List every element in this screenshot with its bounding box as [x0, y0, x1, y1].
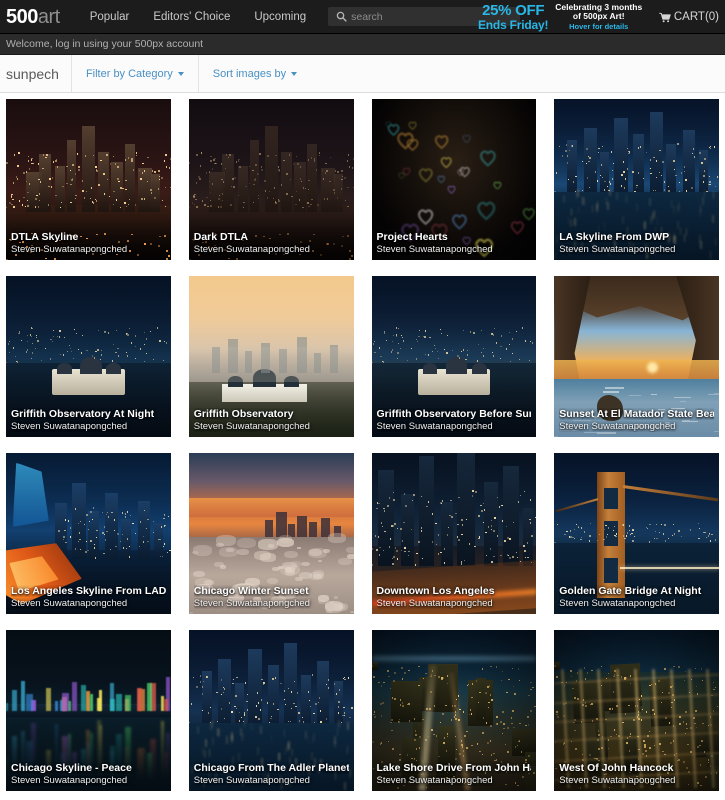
nav-popular[interactable]: Popular [78, 0, 142, 34]
nav-editors-choice[interactable]: Editors' Choice [141, 0, 242, 34]
photo-image [371, 276, 537, 437]
filter-by-category-dropdown[interactable]: Filter by Category [70, 55, 198, 92]
photo-grid: DTLA Skyline Steven Suwatanapongched Dark … [0, 93, 725, 791]
photo-tile[interactable]: Chicago From The Adler Planeta... Steven … [188, 630, 354, 791]
promo-discount-block: 25% OFF Ends Friday! [478, 3, 548, 31]
promo-discount-text: 25% OFF [482, 2, 545, 20]
photo-image [371, 99, 537, 260]
photo-tile[interactable]: Griffith Observatory Steven Suwatanapongc… [188, 276, 354, 437]
photo-image [6, 99, 171, 260]
photo-tile[interactable]: Los Angeles Skyline From LADWPSteven Suw… [6, 453, 171, 614]
photo-image [554, 99, 719, 260]
promo-hover-for-details[interactable]: Hover for details [555, 22, 642, 31]
promo-details-block: Celebrating 3 months of 500px Art! Hover… [555, 2, 642, 31]
photo-tile[interactable]: Project Hearts Steven Suwatanapongched [371, 99, 537, 260]
welcome-message[interactable]: Welcome, log in using your 500px account [6, 38, 203, 50]
logo-secondary-text: art [37, 5, 60, 28]
photo-tile[interactable]: Chicago Winter Sunset Steven Suwatanapong… [188, 453, 354, 614]
photo-image [554, 453, 719, 614]
promo-banner[interactable]: 25% OFF Ends Friday! Celebrating 3 month… [478, 0, 642, 34]
photo-tile[interactable]: Griffith Observatory Before Sunri...Stev… [371, 276, 537, 437]
logo-primary-text: 500 [6, 5, 38, 28]
promo-ends-text: Ends Friday! [478, 17, 549, 32]
photo-tile[interactable]: Golden Gate Bridge At Night Steven Suwata… [554, 453, 719, 614]
cart-label: CART(0) [673, 11, 719, 23]
sort-images-by-label: Sort images by [212, 67, 287, 80]
photo-image [188, 276, 354, 437]
photo-image [554, 630, 719, 791]
photo-image [6, 453, 171, 614]
logo-500px-art[interactable]: 500 art [6, 7, 60, 27]
sort-images-by-dropdown[interactable]: Sort images by [197, 55, 311, 92]
photo-image [554, 276, 719, 437]
cart-icon [659, 12, 671, 23]
photo-image [371, 453, 537, 614]
photo-tile[interactable]: Sunset At El Matador State Beach Steven S… [554, 276, 719, 437]
photo-tile[interactable]: Chicago Skyline - Peace Steven Suwatanapo… [6, 630, 171, 791]
photo-tile[interactable]: Lake Shore Drive From John Ha... Steven S… [371, 630, 537, 791]
photo-image [188, 630, 354, 791]
photo-tile[interactable]: West Of John Hancock Steven Suwatanapongc… [554, 630, 719, 791]
filter-bar: sunpech Filter by Category Sort images b… [0, 55, 725, 93]
chevron-down-icon [177, 71, 184, 76]
cart-button[interactable]: CART(0) [659, 0, 719, 34]
photo-tile[interactable]: Griffith Observatory At Night Steven Suwa… [6, 276, 171, 437]
top-navigation-bar: 500 art Popular Editors' Choice Upcoming … [0, 0, 725, 34]
search-icon [334, 11, 348, 22]
photo-tile[interactable]: DTLA Skyline Steven Suwatanapongched [6, 99, 171, 260]
photo-tile[interactable]: LA Skyline From DWP Steven Suwatanapongch… [554, 99, 719, 260]
photo-image [6, 276, 171, 437]
photo-tile[interactable]: Downtown Los Angeles Steven Suwatanapongc… [371, 453, 537, 614]
promo-celebrating-line2: of 500px Art! [572, 11, 625, 22]
photo-image [371, 630, 537, 791]
photo-tile[interactable]: Dark DTLA Steven Suwatanapongched [188, 99, 354, 260]
chevron-down-icon [291, 71, 298, 76]
welcome-bar: Welcome, log in using your 500px account [0, 34, 725, 55]
photo-image [6, 630, 171, 791]
photo-image [188, 99, 354, 260]
filter-by-category-label: Filter by Category [85, 67, 173, 80]
nav-upcoming[interactable]: Upcoming [242, 0, 318, 34]
photo-image [188, 453, 354, 614]
profile-username[interactable]: sunpech [0, 55, 71, 92]
